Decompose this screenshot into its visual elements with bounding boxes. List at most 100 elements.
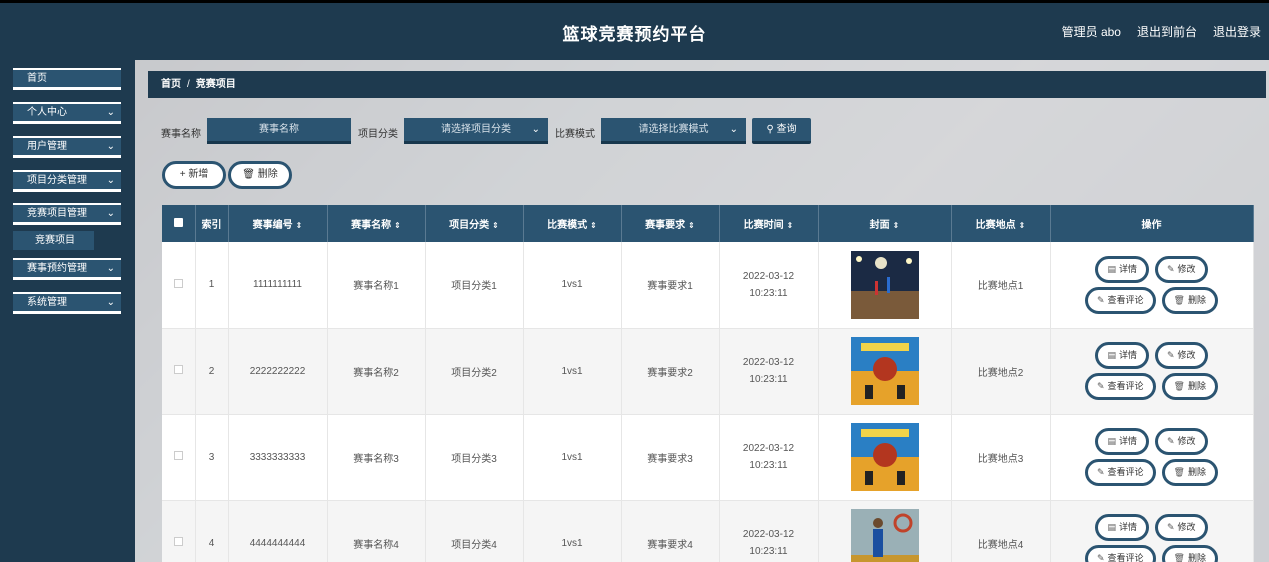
breadcrumb-home[interactable]: 首页 xyxy=(161,79,181,90)
detail-button[interactable]: ▤ 详情 xyxy=(1095,514,1149,541)
cover-image xyxy=(850,509,919,562)
sidebar-item-booking-management[interactable]: 赛事预约管理 ⌄ xyxy=(13,258,121,280)
view-comments-label: 查看评论 xyxy=(1107,467,1144,477)
column-header-mode[interactable]: 比赛模式 ⇕ xyxy=(523,205,622,242)
sidebar-item-project-management[interactable]: 竞赛项目管理 ⌄ xyxy=(13,203,121,225)
cell-code: 2222222222 xyxy=(228,328,328,415)
view-comments-label: 查看评论 xyxy=(1107,381,1144,391)
name-search-placeholder: 赛事名称 xyxy=(259,124,299,135)
sidebar-item-personal-center[interactable]: 个人中心 ⌄ xyxy=(13,102,121,124)
name-search-input[interactable]: 赛事名称 xyxy=(207,118,351,144)
category-select[interactable]: 请选择项目分类 ⌄ xyxy=(404,118,548,144)
table-row: 4 4444444444 赛事名称4 项目分类4 1vs1 赛事要求4 2022-03-12… xyxy=(162,500,1254,562)
logout-link[interactable]: 退出登录 xyxy=(1213,23,1261,40)
column-header-code[interactable]: 赛事编号 ⇕ xyxy=(228,205,328,242)
column-header-requirement[interactable]: 赛事要求 ⇕ xyxy=(621,205,720,242)
column-header-time[interactable]: 比赛时间 ⇕ xyxy=(719,205,819,242)
chevron-down-icon: ⌄ xyxy=(106,263,115,274)
pencil-icon: ✎ xyxy=(1096,467,1105,477)
trash-icon: 🗑 xyxy=(1173,294,1185,305)
pencil-icon: ✎ xyxy=(1166,263,1175,274)
table-row: 2 2222222222 赛事名称2 项目分类2 1vs1 赛事要求2 2022-03-12… xyxy=(162,328,1254,415)
view-comments-label: 查看评论 xyxy=(1107,553,1144,562)
chevron-down-icon: ⌄ xyxy=(106,175,115,186)
view-comments-button[interactable]: ✎ 查看评论 xyxy=(1084,545,1156,562)
sidebar-item-label: 个人中心 xyxy=(27,107,67,118)
sidebar-item-label: 赛事预约管理 xyxy=(27,263,87,274)
table-row: 1 1111111111 赛事名称1 项目分类1 1vs1 赛事要求1 2022-03-12… xyxy=(162,242,1254,329)
trash-icon: 🗑 xyxy=(242,169,255,180)
cell-mode: 1vs1 xyxy=(523,328,622,415)
cell-cover xyxy=(818,242,952,329)
cover-image xyxy=(850,423,919,491)
cell-time: 2022-03-12 10:23:11 xyxy=(719,414,819,501)
detail-button[interactable]: ▤ 详情 xyxy=(1095,428,1149,455)
column-header-category[interactable]: 项目分类 ⇕ xyxy=(425,205,524,242)
view-comments-button[interactable]: ✎ 查看评论 xyxy=(1084,286,1156,314)
sort-icon: ⇕ xyxy=(1018,221,1026,230)
cell-name: 赛事名称3 xyxy=(327,414,426,501)
cover-image xyxy=(850,250,919,319)
delete-button-label: 删除 xyxy=(1187,294,1206,305)
batch-delete-button[interactable]: 🗑 删除 xyxy=(228,161,292,189)
row-checkbox[interactable] xyxy=(162,242,196,329)
sidebar-item-home[interactable]: 首页 xyxy=(13,68,121,90)
row-checkbox[interactable] xyxy=(162,328,196,415)
mode-select[interactable]: 请选择比赛模式 ⌄ xyxy=(601,118,746,144)
cell-name: 赛事名称1 xyxy=(327,242,426,329)
detail-button[interactable]: ▤ 详情 xyxy=(1095,342,1149,369)
select-all-checkbox[interactable] xyxy=(162,205,196,242)
cell-cover xyxy=(818,414,952,501)
cell-mode: 1vs1 xyxy=(523,242,622,329)
cell-index: 4 xyxy=(195,500,229,562)
cell-cover xyxy=(818,500,952,562)
chevron-down-icon: ⌄ xyxy=(531,124,540,135)
pencil-icon: ✎ xyxy=(1096,381,1105,391)
pencil-icon: ✎ xyxy=(1096,553,1105,562)
edit-button[interactable]: ✎ 修改 xyxy=(1154,255,1208,283)
back-to-front-link[interactable]: 退出到前台 xyxy=(1137,23,1197,40)
sidebar-item-user-management[interactable]: 用户管理 ⌄ xyxy=(13,136,121,158)
cell-name: 赛事名称4 xyxy=(327,500,426,562)
view-comments-button[interactable]: ✎ 查看评论 xyxy=(1084,459,1156,486)
column-header-label: 项目分类 xyxy=(449,220,490,231)
mode-filter-label: 比赛模式 xyxy=(555,129,595,140)
pencil-icon: ✎ xyxy=(1166,522,1175,532)
cell-code: 4444444444 xyxy=(228,500,328,562)
delete-button[interactable]: 🗑 删除 xyxy=(1161,373,1218,400)
column-header-location[interactable]: 比赛地点 ⇕ xyxy=(951,205,1051,242)
row-checkbox[interactable] xyxy=(162,500,196,562)
delete-button-label: 删除 xyxy=(1187,467,1206,477)
add-button[interactable]: + 新增 xyxy=(162,161,226,189)
sidebar-item-label: 系统管理 xyxy=(27,297,67,308)
sidebar-subitem-projects[interactable]: 竞赛项目 xyxy=(13,231,94,250)
edit-button[interactable]: ✎ 修改 xyxy=(1154,342,1208,369)
delete-button[interactable]: 🗑 删除 xyxy=(1161,286,1218,314)
detail-button[interactable]: ▤ 详情 xyxy=(1095,255,1149,283)
project-table: 索引 赛事编号 ⇕ 赛事名称 ⇕ 项目分类 ⇕ 比赛模式 ⇕ 赛事要求 ⇕ 比赛时间 ⇕ 封… xyxy=(162,205,1254,562)
sidebar-item-category-management[interactable]: 项目分类管理 ⌄ xyxy=(13,170,121,192)
column-header-cover[interactable]: 封面 ⇕ xyxy=(818,205,952,242)
edit-button[interactable]: ✎ 修改 xyxy=(1154,514,1208,541)
query-button[interactable]: ⚲ 查询 xyxy=(752,118,811,144)
sidebar-item-system-management[interactable]: 系统管理 ⌄ xyxy=(13,292,121,314)
sort-icon: ⇕ xyxy=(295,221,303,230)
cell-requirement: 赛事要求4 xyxy=(621,500,720,562)
sidebar-item-label: 竞赛项目管理 xyxy=(27,208,87,219)
admin-user-label[interactable]: 管理员 abo xyxy=(1062,23,1121,40)
batch-delete-label: 删除 xyxy=(257,169,278,180)
detail-button-label: 详情 xyxy=(1118,436,1137,446)
delete-button[interactable]: 🗑 删除 xyxy=(1161,545,1218,562)
delete-button-label: 删除 xyxy=(1187,553,1206,562)
cell-requirement: 赛事要求3 xyxy=(621,414,720,501)
edit-button[interactable]: ✎ 修改 xyxy=(1154,428,1208,455)
column-header-ops: 操作 xyxy=(1050,205,1254,242)
column-header-name[interactable]: 赛事名称 ⇕ xyxy=(327,205,426,242)
cell-location: 比赛地点1 xyxy=(951,242,1051,329)
row-checkbox[interactable] xyxy=(162,414,196,501)
delete-button[interactable]: 🗑 删除 xyxy=(1161,459,1218,486)
view-comments-button[interactable]: ✎ 查看评论 xyxy=(1084,373,1156,400)
cover-image xyxy=(850,337,919,405)
trash-icon: 🗑 xyxy=(1173,467,1185,477)
cell-ops: ▤ 详情 ✎ 修改 ✎ 查看评论 🗑 删除 xyxy=(1050,242,1254,329)
